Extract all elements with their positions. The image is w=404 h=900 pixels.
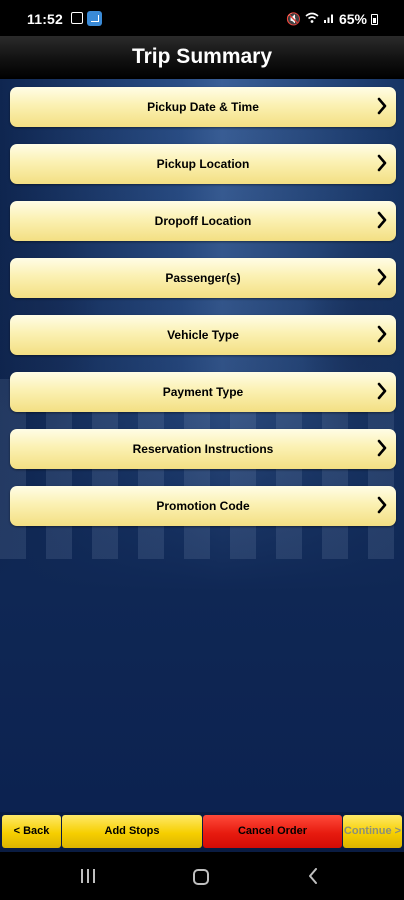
- battery-percent: 65%: [338, 11, 367, 27]
- chevron-right-icon: [377, 439, 387, 457]
- continue-button[interactable]: Continue >: [343, 815, 402, 848]
- status-bar: 11:52 🔇 65%: [0, 0, 404, 36]
- menu-item-pickup-date-time[interactable]: Pickup Date & Time: [10, 87, 396, 127]
- menu-item-label: Dropoff Location: [154, 214, 252, 228]
- menu-item-label: Pickup Date & Time: [147, 100, 259, 114]
- menu-item-label: Payment Type: [162, 385, 244, 399]
- recents-icon[interactable]: [80, 869, 96, 883]
- chevron-right-icon: [377, 496, 387, 514]
- cancel-order-button[interactable]: Cancel Order: [203, 815, 342, 848]
- menu-item-reservation-instructions[interactable]: Reservation Instructions: [10, 429, 396, 469]
- status-time: 11:52: [27, 11, 64, 27]
- menu-item-label: Reservation Instructions: [132, 442, 274, 456]
- menu-item-passengers[interactable]: Passenger(s): [10, 258, 396, 298]
- battery-icon: [371, 13, 378, 25]
- menu-item-dropoff-location[interactable]: Dropoff Location: [10, 201, 396, 241]
- add-stops-button[interactable]: Add Stops: [62, 815, 202, 848]
- home-icon[interactable]: [193, 869, 209, 885]
- menu-item-payment-type[interactable]: Payment Type: [10, 372, 396, 412]
- wifi-icon: [305, 12, 319, 27]
- chevron-right-icon: [377, 382, 387, 400]
- menu-item-label: Promotion Code: [156, 499, 250, 513]
- menu-item-promotion-code[interactable]: Promotion Code: [10, 486, 396, 526]
- mute-icon: 🔇: [286, 12, 301, 26]
- image-icon: [71, 12, 83, 24]
- back-icon[interactable]: [307, 868, 319, 884]
- menu-item-label: Passenger(s): [165, 271, 241, 285]
- chevron-right-icon: [377, 268, 387, 286]
- chevron-right-icon: [377, 97, 387, 115]
- system-nav-bar: [0, 852, 404, 900]
- back-button[interactable]: < Back: [2, 815, 61, 848]
- menu-item-label: Vehicle Type: [167, 328, 239, 342]
- bottom-action-bar: < Back Add Stops Cancel Order Continue >: [0, 812, 404, 852]
- menu-item-vehicle-type[interactable]: Vehicle Type: [10, 315, 396, 355]
- trip-summary-content: Pickup Date & Time Pickup Location Dropo…: [0, 79, 404, 812]
- status-right-group: 🔇 65%: [286, 11, 378, 27]
- menu-item-pickup-location[interactable]: Pickup Location: [10, 144, 396, 184]
- signal-icon: [323, 12, 335, 27]
- chevron-right-icon: [377, 211, 387, 229]
- chevron-right-icon: [377, 154, 387, 172]
- menu-item-label: Pickup Location: [156, 157, 250, 171]
- chevron-right-icon: [377, 325, 387, 343]
- page-title: Trip Summary: [0, 36, 404, 79]
- app-notification-icon: [87, 11, 102, 26]
